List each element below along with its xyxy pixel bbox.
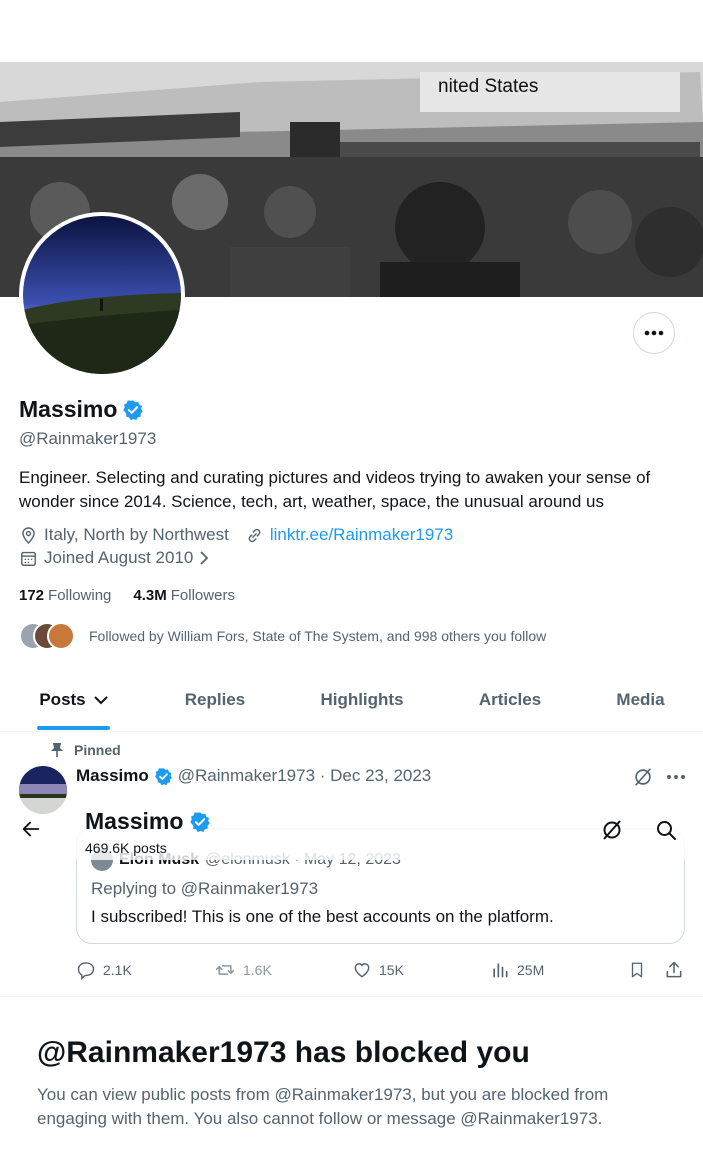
follow-counts: 172 Following 4.3M Followers [19, 587, 257, 604]
quoted-post-text: I subscribed! This is one of the best ac… [91, 907, 554, 926]
grok-icon[interactable] [632, 766, 654, 788]
pinned-indicator: Pinned [50, 742, 121, 758]
location-pin-icon [22, 526, 35, 544]
section-divider [0, 996, 703, 997]
location-text: Italy, North by Northwest [44, 525, 229, 544]
tab-media-label: Media [616, 690, 665, 709]
following-link[interactable]: 172 Following [19, 587, 111, 604]
followers-count: 4.3M [133, 587, 167, 604]
sticky-header-name: Massimo [85, 808, 184, 834]
profile-joined-row[interactable]: Joined August 2010 [19, 548, 225, 568]
link-icon [248, 528, 261, 542]
active-tab-indicator [37, 726, 110, 730]
profile-name: Massimo [19, 396, 118, 422]
tab-articles[interactable]: Articles [442, 668, 578, 732]
views-count: 25M [517, 962, 545, 978]
profile-name-row: Massimo [19, 396, 144, 423]
share-button[interactable] [664, 960, 684, 980]
website-item[interactable]: linktr.ee/Rainmaker1973 [245, 525, 453, 545]
sticky-header-actions [600, 818, 678, 842]
joined-item[interactable]: Joined August 2010 [19, 548, 209, 568]
following-count: 172 [19, 587, 45, 604]
chevron-right-icon [200, 551, 209, 565]
blocked-title: @Rainmaker1973 has blocked you [37, 1036, 530, 1069]
avatar-photo [23, 216, 181, 374]
more-dots-icon [644, 330, 664, 336]
back-arrow-icon[interactable] [20, 818, 42, 840]
tab-media[interactable]: Media [578, 668, 703, 732]
profile-tabs: Posts Replies Highlights Articles Media [0, 668, 703, 732]
share-icon [666, 961, 682, 978]
sticky-header-posts-count: 469.6K posts [85, 840, 167, 856]
followers-label: Followers [170, 587, 235, 604]
profile-handle: @Rainmaker1973 [19, 429, 157, 448]
bookmark-button[interactable] [628, 960, 646, 980]
reply-count: 2.1K [103, 962, 132, 978]
analytics-icon [493, 963, 508, 978]
views-button[interactable]: 25M [490, 960, 544, 980]
post-engagement-bar: 2.1K 1.6K 15K 25M [76, 958, 685, 982]
profile-meta-row: Italy, North by Northwest linktr.ee/Rain… [19, 525, 469, 545]
like-button[interactable]: 15K [352, 960, 404, 980]
tab-replies[interactable]: Replies [148, 668, 282, 732]
follower-avatar [47, 622, 75, 650]
calendar-icon [21, 551, 36, 566]
post-author-name[interactable]: Massimo [76, 766, 149, 786]
joined-text: Joined August 2010 [44, 548, 194, 567]
profile-bio: Engineer. Selecting and curating picture… [19, 468, 651, 511]
location-item: Italy, North by Northwest [19, 525, 229, 545]
banner-text: nited States [438, 76, 539, 97]
followed-by-avatars [19, 621, 79, 651]
pinned-label: Pinned [74, 742, 121, 758]
sticky-header-name-row: Massimo [85, 808, 211, 835]
bookmark-icon [631, 962, 643, 978]
followed-by-row[interactable]: Followed by William Fors, State of The S… [19, 621, 546, 651]
repost-button[interactable]: 1.6K [214, 960, 272, 980]
profile-avatar[interactable] [19, 212, 185, 378]
repost-count: 1.6K [243, 962, 272, 978]
reply-icon [77, 962, 95, 980]
heart-icon [354, 963, 370, 978]
chevron-down-icon [93, 696, 108, 705]
tab-replies-label: Replies [184, 690, 246, 709]
repost-icon [215, 965, 235, 975]
search-icon[interactable] [654, 818, 678, 842]
tab-highlights[interactable]: Highlights [282, 668, 442, 732]
post-more-icon[interactable] [666, 774, 686, 780]
replying-to: Replying to @Rainmaker1973 [91, 879, 319, 898]
tab-posts-label: Posts [39, 690, 86, 709]
pin-icon [51, 743, 63, 757]
tab-articles-label: Articles [478, 690, 542, 709]
more-options-button[interactable] [633, 312, 675, 354]
tab-highlights-label: Highlights [320, 690, 404, 709]
verified-badge-icon[interactable] [189, 811, 211, 833]
verified-badge-icon[interactable] [122, 399, 144, 421]
followed-by-text: Followed by William Fors, State of The S… [89, 628, 547, 644]
like-count: 15K [379, 962, 404, 978]
website-link[interactable]: linktr.ee/Rainmaker1973 [270, 525, 453, 545]
reply-button[interactable]: 2.1K [76, 960, 132, 980]
followers-link[interactable]: 4.3M Followers [133, 587, 235, 604]
grok-icon[interactable] [600, 818, 624, 842]
post-top-actions [632, 766, 686, 788]
tab-posts[interactable]: Posts [0, 668, 148, 732]
verified-badge-icon[interactable] [154, 767, 173, 786]
post-header: Massimo @Rainmaker1973 · Dec 23, 2023 [76, 766, 431, 786]
post-handle-date[interactable]: @Rainmaker1973 · Dec 23, 2023 [178, 766, 432, 786]
blocked-description: You can view public posts from @Rainmake… [37, 1085, 609, 1128]
following-label: Following [48, 587, 112, 604]
